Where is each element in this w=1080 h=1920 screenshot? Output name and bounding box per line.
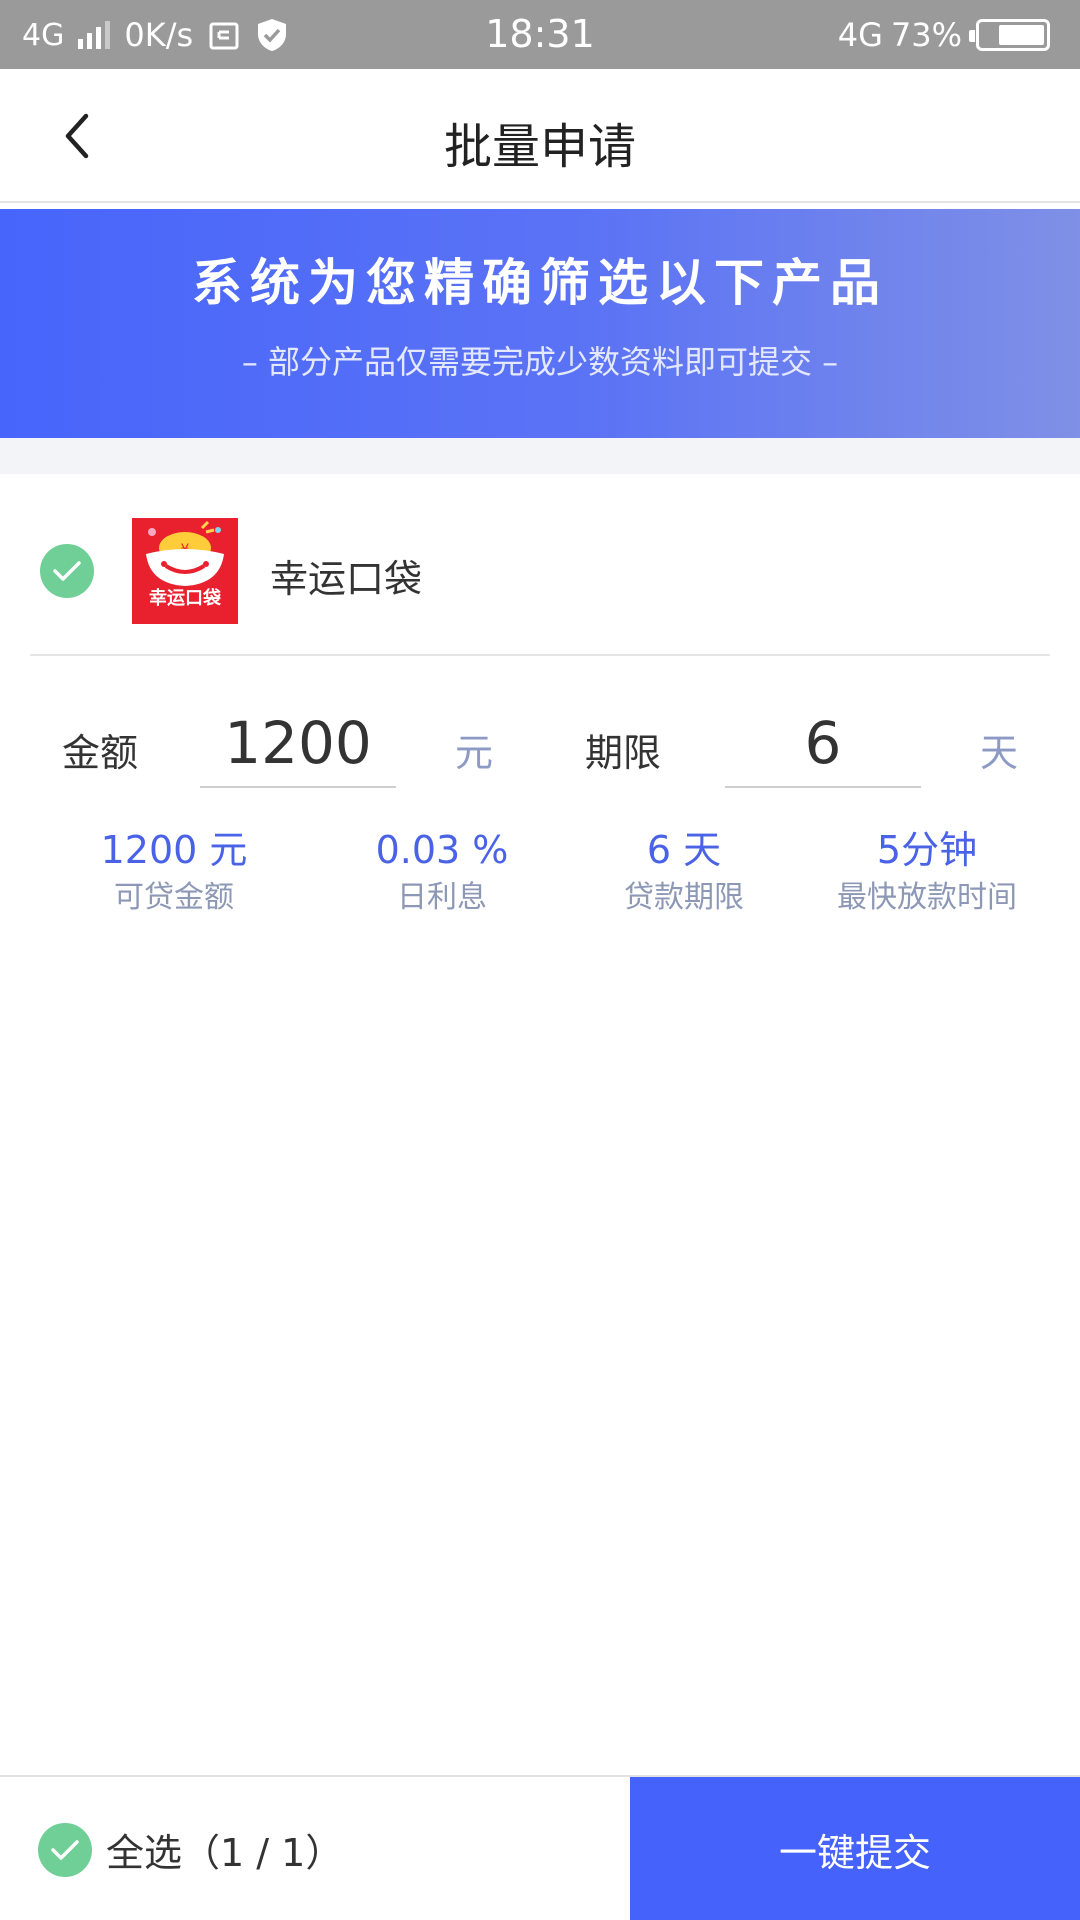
product-checkbox[interactable] — [40, 544, 94, 598]
stat-label: 可贷金额 — [114, 880, 234, 915]
amount-unit: 元 — [455, 731, 494, 775]
section-divider — [0, 438, 1080, 474]
select-all-checkbox[interactable] — [38, 1822, 92, 1877]
page-title: 批量申请 — [443, 119, 636, 175]
stat-label: 最快放款时间 — [837, 880, 1017, 915]
product-name: 幸运口袋 — [270, 557, 423, 601]
status-bar: 4G 0K/s 18:31 4G 73% — [0, 0, 1080, 69]
product-logo: ¥ 幸运口袋 — [132, 518, 238, 624]
amount-input[interactable] — [200, 700, 396, 788]
stat-loan-term: 6 天 贷款期限 — [574, 824, 794, 920]
term-label: 期限 — [585, 731, 662, 775]
battery-level — [998, 25, 1044, 45]
stat-value: 5分钟 — [876, 828, 978, 872]
stat-value: 6 天 — [646, 828, 722, 872]
stat-loan-amount: 1200 元 可贷金额 — [64, 824, 284, 920]
battery-percent: 73% — [890, 16, 962, 54]
stat-label: 贷款期限 — [624, 880, 744, 915]
stat-value: 0.03 % — [375, 828, 509, 872]
stat-value: 1200 元 — [100, 828, 248, 872]
term-unit: 天 — [980, 731, 1019, 775]
bottom-bar: 全选（1 / 1） 一键提交 — [0, 1775, 1080, 1920]
banner-subtitle: – 部分产品仅需要完成少数资料即可提交 – — [241, 343, 839, 381]
term-input[interactable] — [725, 700, 921, 788]
network-type-right: 4G — [837, 16, 883, 54]
select-all-toggle[interactable]: 全选（1 / 1） — [38, 1777, 343, 1920]
stat-fastest-payout: 5分钟 最快放款时间 — [817, 824, 1037, 920]
banner-title: 系统为您精确筛选以下产品 — [192, 254, 888, 312]
select-all-label: 全选（1 / 1） — [106, 1831, 344, 1875]
logo-text: 幸运口袋 — [149, 588, 221, 609]
status-right: 4G 73% — [838, 12, 1050, 58]
promo-banner: 系统为您精确筛选以下产品 – 部分产品仅需要完成少数资料即可提交 – — [0, 209, 1080, 438]
checkmark-icon — [51, 1839, 79, 1860]
stat-daily-interest: 0.03 % 日利息 — [332, 824, 552, 920]
nav-header: 批量申请 — [0, 69, 1080, 203]
checkmark-icon — [53, 561, 81, 581]
stat-label: 日利息 — [397, 880, 487, 915]
submit-button[interactable]: 一键提交 — [630, 1777, 1080, 1920]
product-item[interactable]: ¥ 幸运口袋 幸运口袋 — [30, 474, 1050, 656]
amount-label: 金额 — [62, 731, 139, 775]
battery-icon — [969, 19, 1050, 51]
